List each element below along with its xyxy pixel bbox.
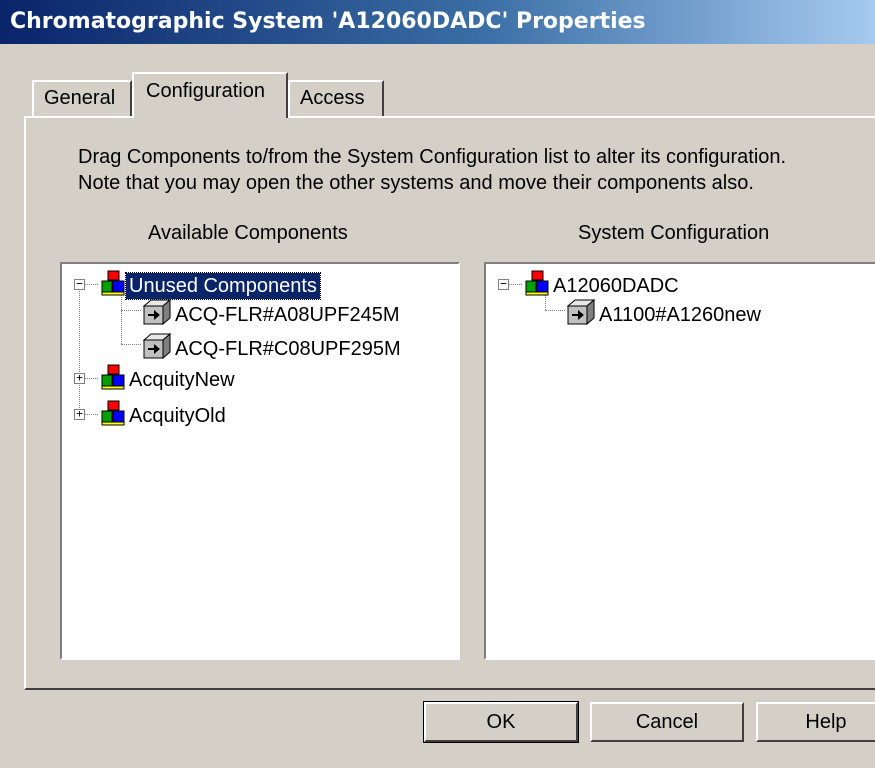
system-configuration-tree[interactable]: − A12060DADC A1100#A1260new <box>484 262 875 660</box>
help-button[interactable]: Help <box>756 702 875 742</box>
window-title: Chromatographic System 'A12060DADC' Prop… <box>10 9 646 34</box>
available-components-heading: Available Components <box>148 222 348 244</box>
tab-general[interactable]: General <box>32 80 132 116</box>
tree-line <box>545 310 565 311</box>
tree-node-acquitynew[interactable]: AcquityNew <box>100 364 238 396</box>
tree-line <box>84 284 98 285</box>
tree-node-component[interactable]: ACQ-FLR#C08UPF295M <box>142 332 404 366</box>
tree-node-label: ACQ-FLR#A08UPF245M <box>175 304 400 326</box>
tree-line <box>84 414 98 415</box>
tree-line <box>121 344 141 345</box>
tree-line <box>84 378 98 379</box>
system-configuration-heading: System Configuration <box>578 222 770 244</box>
expand-toggle[interactable]: + <box>74 372 85 384</box>
tree-node-component[interactable]: A1100#A1260new <box>566 298 764 332</box>
tree-line <box>508 284 522 285</box>
tree-node-label: AcquityNew <box>129 369 235 391</box>
component-cube-icon <box>142 298 172 332</box>
tree-node-label: ACQ-FLR#C08UPF295M <box>175 338 401 360</box>
tree-node-acquityold[interactable]: AcquityOld <box>100 400 229 432</box>
tree-node-component[interactable]: ACQ-FLR#A08UPF245M <box>142 298 403 332</box>
tree-node-label: AcquityOld <box>129 405 226 427</box>
instruction-line-2: Note that you may open the other systems… <box>78 172 754 194</box>
available-components-tree[interactable]: − Unused Components ACQ-FLR#A08UPF245M A… <box>60 262 460 660</box>
component-cube-icon <box>142 332 172 366</box>
title-bar[interactable]: Chromatographic System 'A12060DADC' Prop… <box>0 0 875 44</box>
cancel-button[interactable]: Cancel <box>590 702 744 742</box>
collapse-toggle[interactable]: − <box>498 278 509 290</box>
ok-button[interactable]: OK <box>423 701 579 743</box>
system-blocks-icon <box>100 270 126 302</box>
collapse-toggle[interactable]: − <box>74 278 85 290</box>
tree-node-label: A1100#A1260new <box>599 304 761 326</box>
system-blocks-icon <box>100 364 126 396</box>
tab-configuration[interactable]: Configuration <box>132 72 288 118</box>
component-cube-icon <box>566 298 596 332</box>
system-blocks-icon <box>524 270 550 302</box>
tree-line <box>79 288 80 414</box>
instruction-line-1: Drag Components to/from the System Confi… <box>78 146 787 168</box>
tree-node-label: Unused Components <box>125 272 321 300</box>
tree-line <box>121 310 141 311</box>
tree-node-label: A12060DADC <box>553 275 679 297</box>
properties-dialog: Chromatographic System 'A12060DADC' Prop… <box>0 0 875 768</box>
expand-toggle[interactable]: + <box>74 408 85 420</box>
tab-access[interactable]: Access <box>288 80 384 116</box>
system-blocks-icon <box>100 400 126 432</box>
